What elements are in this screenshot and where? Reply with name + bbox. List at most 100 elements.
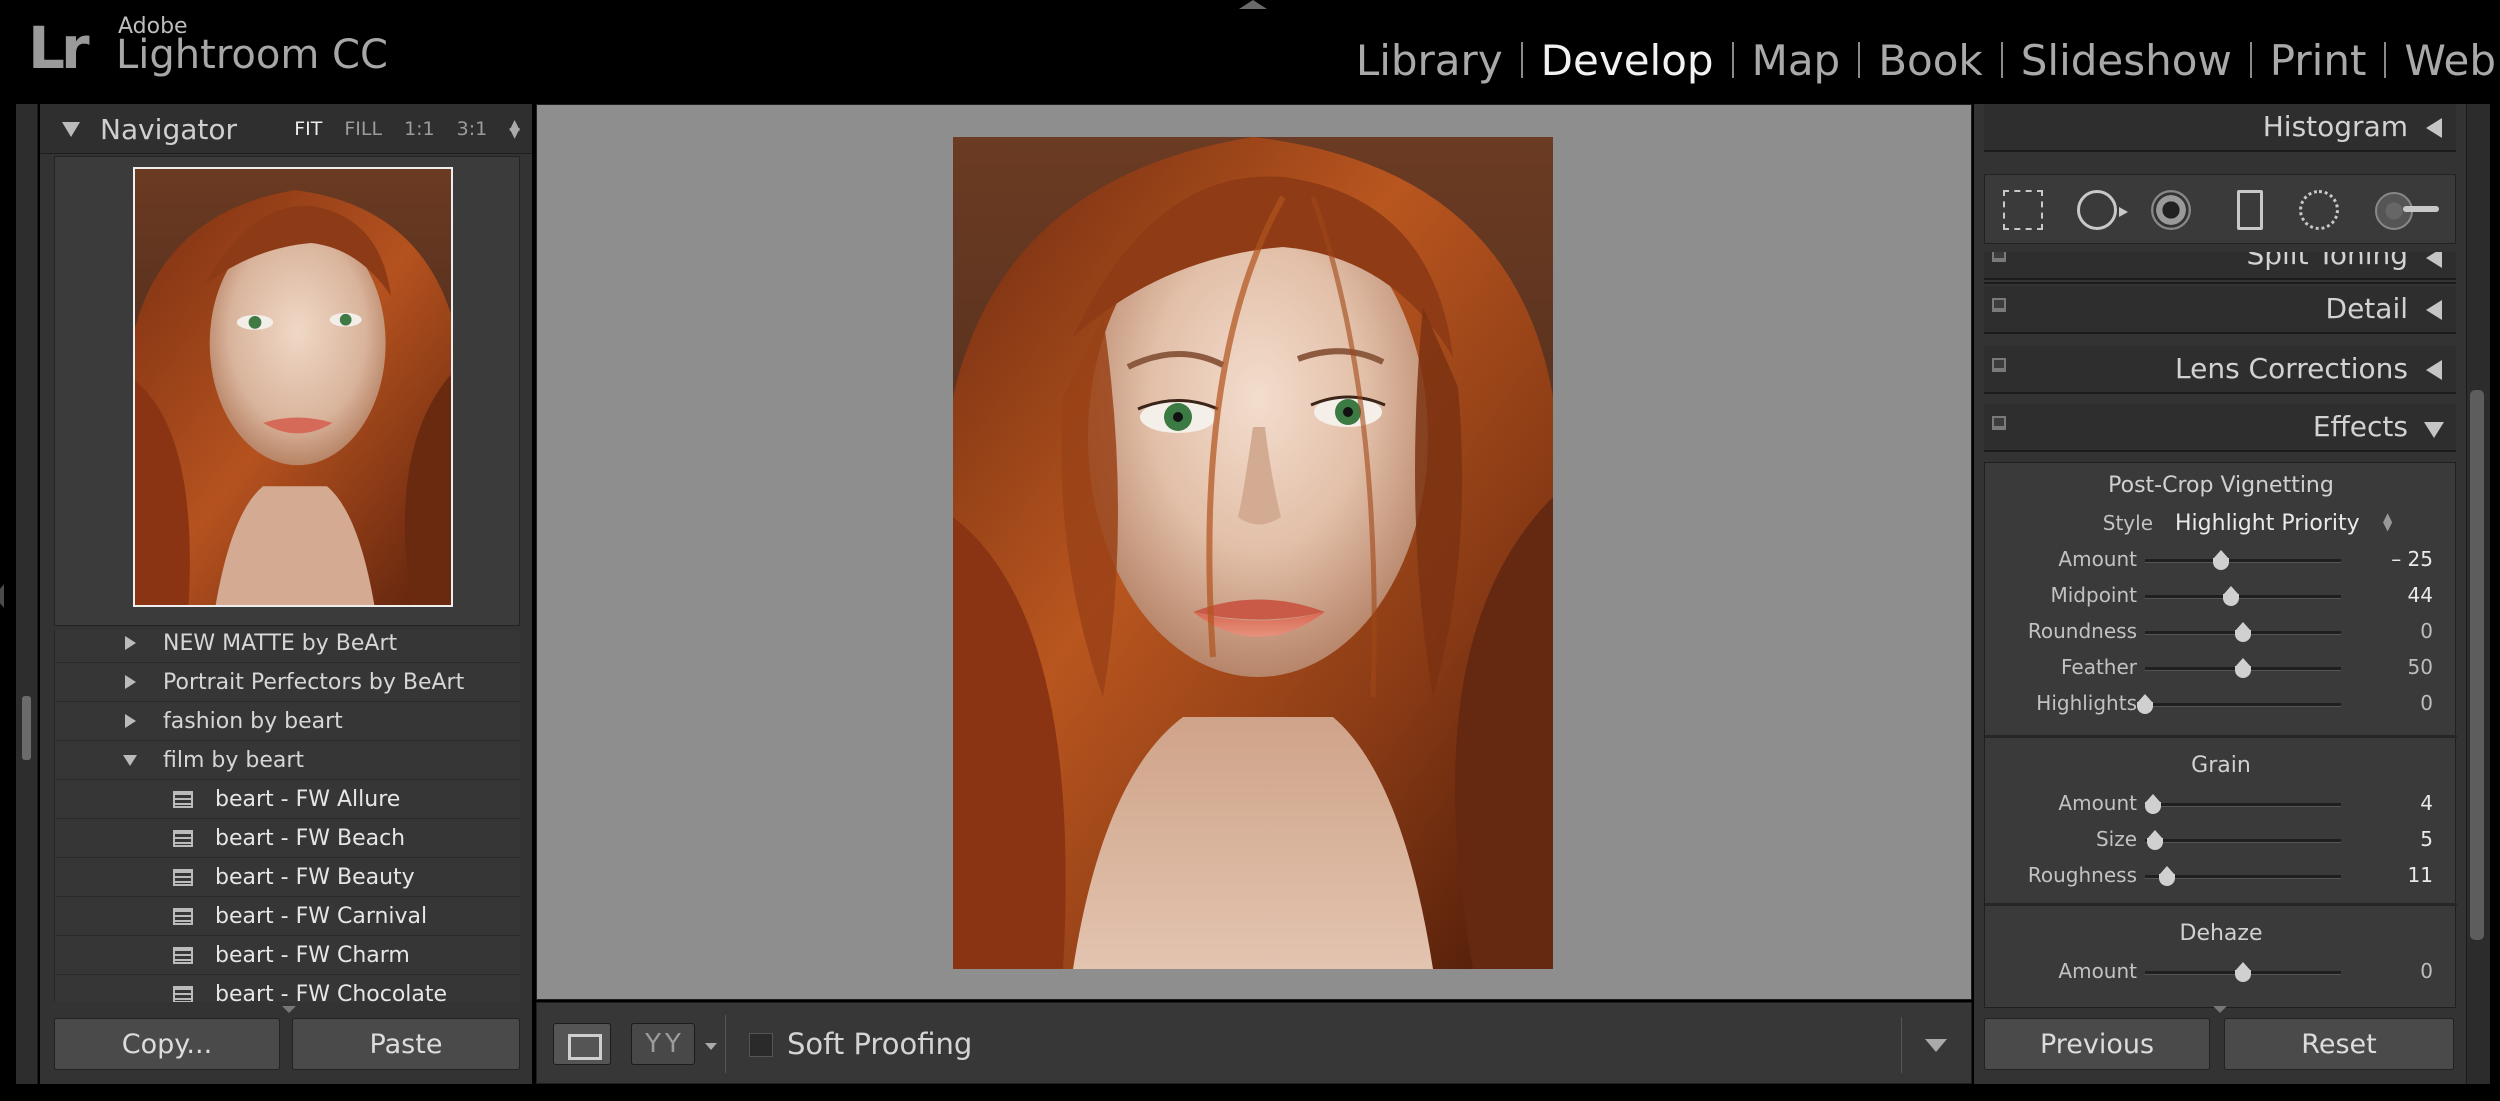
zoom-fill[interactable]: FILL <box>344 118 382 140</box>
slider-track[interactable] <box>2145 586 2341 606</box>
module-book[interactable]: Book <box>1860 36 2001 85</box>
preset-item[interactable]: beart - FW Beauty <box>55 858 520 897</box>
style-select[interactable]: Highlight Priority <box>2175 511 2360 536</box>
zoom-3-1[interactable]: 3:1 <box>457 118 488 140</box>
soft-proofing-checkbox[interactable] <box>749 1033 773 1057</box>
module-web[interactable]: Web <box>2386 36 2500 85</box>
slider-value[interactable]: 0 <box>2420 959 2433 983</box>
navigator-preview[interactable] <box>54 156 520 626</box>
spot-removal-icon[interactable] <box>2077 190 2128 230</box>
slider-thumb[interactable] <box>2146 830 2164 852</box>
panel-switch-icon[interactable] <box>1992 252 2006 262</box>
left-scrollbar[interactable] <box>22 696 31 760</box>
loupe-view-button[interactable] <box>553 1023 611 1065</box>
expand-triangle-icon[interactable] <box>125 675 136 689</box>
slider-row-roundness[interactable]: Roundness 0 <box>1985 615 2457 649</box>
collapse-triangle-icon[interactable] <box>62 122 80 137</box>
slider-value[interactable]: 11 <box>2408 863 2433 887</box>
slider-row-amount[interactable]: Amount 0 <box>1985 955 2457 989</box>
red-eye-icon[interactable] <box>2151 190 2191 230</box>
slider-value[interactable]: 44 <box>2408 583 2433 607</box>
toolbar-menu-icon[interactable] <box>1925 1039 1947 1052</box>
slider-thumb[interactable] <box>2234 622 2252 644</box>
slider-track[interactable] <box>2137 694 2341 714</box>
top-panel-toggle-icon[interactable] <box>1239 0 1267 9</box>
before-after-dropdown-icon[interactable] <box>705 1043 717 1050</box>
slider-thumb[interactable] <box>2212 550 2230 572</box>
preset-folder[interactable]: Portrait Perfectors by BeArt <box>55 663 520 702</box>
zoom-stepper-icon[interactable]: ▲ ▼ <box>509 118 520 140</box>
navigator-header[interactable]: Navigator FIT FILL 1:1 3:1 ▲ ▼ <box>40 104 532 154</box>
slider-row-amount[interactable]: Amount – 25 <box>1985 543 2457 577</box>
zoom-fit[interactable]: FIT <box>294 118 322 140</box>
slider-value[interactable]: – 25 <box>2391 547 2433 571</box>
slider-track[interactable] <box>2145 550 2341 570</box>
expand-triangle-icon[interactable] <box>125 714 136 728</box>
preset-item[interactable]: beart - FW Chocolate <box>55 975 520 1002</box>
copy-button[interactable]: Copy... <box>54 1018 280 1070</box>
slider-track[interactable] <box>2144 794 2341 814</box>
lens-corrections-header[interactable]: Lens Corrections <box>1984 346 2456 394</box>
preset-item[interactable]: beart - FW Charm <box>55 936 520 975</box>
slider-row-highlights[interactable]: Highlights 0 <box>1985 687 2457 721</box>
expand-triangle-icon[interactable] <box>2426 252 2442 268</box>
slider-row-roughness[interactable]: Roughness 11 <box>1985 859 2457 893</box>
slider-thumb[interactable] <box>2234 658 2252 680</box>
preset-folder[interactable]: fashion by beart <box>55 702 520 741</box>
preset-item[interactable]: beart - FW Allure <box>55 780 520 819</box>
preset-folder[interactable]: film by beart <box>55 741 520 780</box>
expand-triangle-icon[interactable] <box>125 636 136 650</box>
slider-value[interactable]: 5 <box>2420 827 2433 851</box>
collapse-triangle-icon[interactable] <box>2424 422 2444 438</box>
slider-thumb[interactable] <box>2144 794 2162 816</box>
preset-item[interactable]: beart - FW Carnival <box>55 897 520 936</box>
scroll-down-icon[interactable] <box>282 1006 296 1013</box>
scroll-down-icon[interactable] <box>2213 1006 2227 1013</box>
slider-value[interactable]: 50 <box>2408 655 2433 679</box>
module-print[interactable]: Print <box>2252 36 2385 85</box>
slider-thumb[interactable] <box>2234 962 2252 984</box>
slider-row-feather[interactable]: Feather 50 <box>1985 651 2457 685</box>
module-map[interactable]: Map <box>1734 36 1859 85</box>
radial-filter-icon[interactable] <box>2299 190 2339 230</box>
slider-thumb[interactable] <box>2158 866 2176 888</box>
previous-button[interactable]: Previous <box>1984 1018 2210 1070</box>
module-develop[interactable]: Develop <box>1523 36 1732 85</box>
slider-track[interactable] <box>2145 830 2341 850</box>
photo-canvas[interactable] <box>536 104 1972 1000</box>
slider-value[interactable]: 0 <box>2420 691 2433 715</box>
navigator-thumbnail[interactable] <box>133 167 453 607</box>
slider-value[interactable]: 4 <box>2420 791 2433 815</box>
effects-header[interactable]: Effects <box>1984 404 2456 452</box>
panel-switch-icon[interactable] <box>1992 416 2006 430</box>
right-scrollbar[interactable] <box>2470 390 2484 940</box>
slider-track[interactable] <box>2145 962 2341 982</box>
preset-item[interactable]: beart - FW Beach <box>55 819 520 858</box>
before-after-button[interactable]: Y Y <box>631 1023 695 1065</box>
preset-folder[interactable]: NEW MATTE by BeArt <box>55 630 520 663</box>
histogram-header[interactable]: Histogram <box>1984 104 2456 152</box>
graduated-filter-icon[interactable] <box>2237 190 2263 230</box>
slider-row-midpoint[interactable]: Midpoint 44 <box>1985 579 2457 613</box>
slider-track[interactable] <box>2145 658 2341 678</box>
style-row[interactable]: Style Highlight Priority ▲ ▼ <box>1985 507 2457 541</box>
module-library[interactable]: Library <box>1338 36 1521 85</box>
module-slideshow[interactable]: Slideshow <box>2003 36 2250 85</box>
slider-track[interactable] <box>2145 622 2341 642</box>
split-toning-header[interactable]: Split Toning <box>1984 252 2456 280</box>
slider-row-amount[interactable]: Amount 4 <box>1985 787 2457 821</box>
style-stepper-icon[interactable]: ▲ ▼ <box>2383 511 2392 532</box>
expand-triangle-icon[interactable] <box>2426 300 2442 320</box>
detail-header[interactable]: Detail <box>1984 286 2456 334</box>
expand-triangle-icon[interactable] <box>2426 118 2442 138</box>
collapse-triangle-icon[interactable] <box>123 754 137 766</box>
soft-proofing-label[interactable]: Soft Proofing <box>787 1027 972 1061</box>
slider-value[interactable]: 0 <box>2420 619 2433 643</box>
reset-button[interactable]: Reset <box>2224 1018 2454 1070</box>
slider-thumb[interactable] <box>2222 586 2240 608</box>
panel-switch-icon[interactable] <box>1992 298 2006 312</box>
paste-button[interactable]: Paste <box>292 1018 520 1070</box>
main-photo[interactable] <box>953 137 1553 969</box>
crop-overlay-icon[interactable] <box>2003 190 2043 230</box>
panel-switch-icon[interactable] <box>1992 358 2006 372</box>
